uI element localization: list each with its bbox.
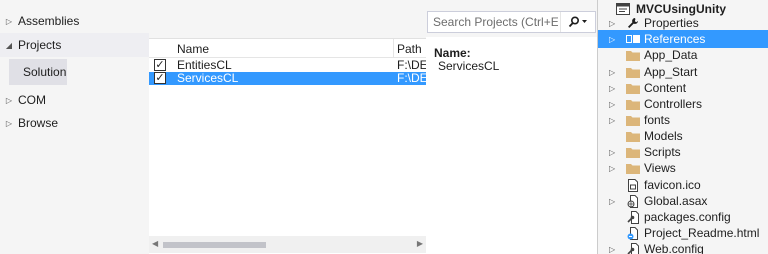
search-projects-box (427, 11, 596, 33)
column-header-name[interactable]: Name (177, 42, 209, 56)
folder-icon (625, 129, 641, 143)
expand-arrow-icon[interactable]: ▷ (609, 68, 615, 77)
folder-icon (625, 113, 641, 127)
subcategory-label: Solution (23, 65, 67, 79)
tree-node-label: Content (644, 81, 687, 95)
solution-explorer: MVCUsingUnity ▷ Properties ▷ References … (597, 0, 768, 254)
project-list-pane: Name Path ✓ EntitiesCL F:\DEM ✓ Services… (149, 7, 438, 254)
dialog-top-strip (0, 0, 597, 6)
config-file-icon (625, 242, 641, 254)
list-header: Name Path (149, 39, 426, 58)
row-name: ServicesCL (177, 71, 239, 85)
category-label: Browse (18, 116, 59, 130)
folder-icon (625, 81, 641, 95)
category-com[interactable]: ▷ COM (0, 88, 149, 112)
image-file-icon (625, 178, 641, 192)
tree-node-label: packages.config (644, 210, 731, 224)
tree-node-label: App_Start (644, 65, 698, 79)
html-file-icon (625, 226, 641, 240)
row-checkbox[interactable]: ✓ (154, 72, 166, 84)
category-projects[interactable]: ◢ Projects (0, 33, 149, 57)
tree-node-label: Models (644, 129, 683, 143)
project-list: Name Path ✓ EntitiesCL F:\DEM ✓ Services… (149, 38, 438, 254)
scroll-left-icon[interactable]: ◀ (152, 239, 158, 248)
column-divider[interactable] (393, 39, 394, 58)
details-pane: Name: ServicesCL (426, 37, 597, 254)
expand-arrow-icon[interactable]: ▷ (609, 84, 615, 93)
folder-icon (625, 65, 641, 79)
tree-node-label: fonts (644, 113, 671, 127)
tree-node-label: favicon.ico (644, 178, 701, 192)
config-file-icon (625, 210, 641, 224)
tree-node-web-config[interactable]: ▷ Web.config (598, 240, 768, 254)
folder-icon (625, 161, 641, 175)
expand-arrow-icon[interactable]: ▷ (609, 164, 615, 173)
asax-file-icon (625, 194, 641, 208)
expand-arrow-icon[interactable]: ▷ (609, 35, 615, 44)
folder-icon (625, 145, 641, 159)
expand-arrow-icon[interactable]: ▷ (609, 19, 615, 28)
tree-node-label: Properties (644, 16, 699, 30)
category-browse[interactable]: ▷ Browse (0, 111, 149, 135)
references-icon (625, 32, 641, 46)
detail-name-label: Name: (434, 46, 471, 60)
search-icon (568, 16, 587, 28)
tree-node-app-data[interactable]: App_Data (598, 46, 768, 64)
reference-category-sidebar: ▷ Assemblies ◢ Projects Solution ▷ COM ▷… (0, 7, 149, 254)
category-label: Assemblies (18, 14, 80, 28)
column-header-path[interactable]: Path (397, 42, 422, 56)
category-assemblies[interactable]: ▷ Assemblies (0, 9, 149, 33)
expand-arrow-icon[interactable]: ▷ (609, 100, 615, 109)
search-input[interactable] (428, 15, 558, 29)
category-label: Projects (18, 38, 62, 52)
tree-node-label: Project_Readme.html (644, 226, 760, 240)
expand-arrow-icon[interactable]: ▷ (609, 245, 615, 254)
search-button[interactable] (560, 12, 595, 32)
category-label: COM (18, 93, 46, 107)
folder-icon (625, 97, 641, 111)
tree-node-label: Controllers (644, 97, 703, 111)
expand-arrow-icon[interactable]: ▷ (609, 197, 615, 206)
table-row[interactable]: ✓ ServicesCL F:\DEM (149, 71, 438, 85)
tree-node-views[interactable]: ▷ Views (598, 159, 768, 177)
tree-node-label: App_Data (644, 48, 698, 62)
expand-arrow-icon[interactable]: ▷ (0, 119, 18, 128)
folder-icon (625, 48, 641, 62)
tree-node-label: Global.asax (644, 194, 708, 208)
category-projects-solution[interactable]: Solution (9, 59, 67, 85)
scroll-right-icon[interactable]: ▶ (417, 239, 423, 248)
detail-name-value: ServicesCL (438, 59, 500, 73)
horizontal-scrollbar[interactable]: ◀ ▶ (149, 236, 426, 253)
collapse-arrow-icon[interactable]: ◢ (0, 41, 18, 50)
expand-arrow-icon[interactable]: ▷ (0, 96, 18, 105)
row-checkbox[interactable]: ✓ (154, 59, 166, 71)
tree-node-label: References (644, 32, 706, 46)
expand-arrow-icon[interactable]: ▷ (609, 116, 615, 125)
expand-arrow-icon[interactable]: ▷ (0, 17, 18, 26)
scrollbar-thumb[interactable] (163, 242, 266, 248)
tree-node-label: Web.config (644, 242, 704, 254)
wrench-icon (625, 16, 641, 30)
expand-arrow-icon[interactable]: ▷ (609, 148, 615, 157)
tree-node-label: Views (644, 161, 676, 175)
reference-manager: ▷ Assemblies ◢ Projects Solution ▷ COM ▷… (0, 0, 597, 254)
tree-node-label: Scripts (644, 145, 681, 159)
